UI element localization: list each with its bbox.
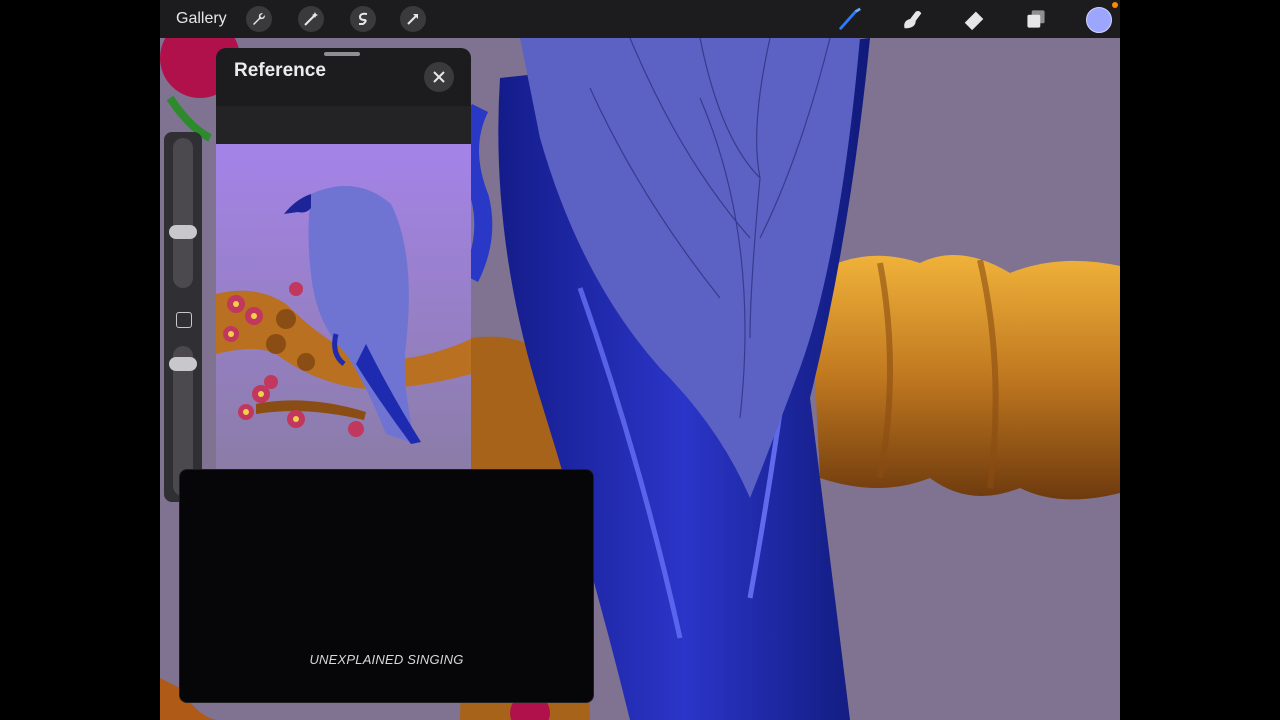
- close-icon[interactable]: [424, 62, 454, 92]
- smudge-icon[interactable]: [898, 5, 926, 33]
- layers-icon[interactable]: [1022, 5, 1050, 33]
- brush-icon[interactable]: [836, 5, 864, 33]
- magic-wand-icon[interactable]: [298, 6, 324, 32]
- procreate-app: Gallery Reference UNEXPLAINED SINGING: [160, 0, 1120, 720]
- opacity-knob[interactable]: [169, 357, 197, 371]
- reference-title: Reference: [234, 60, 326, 81]
- video-caption: UNEXPLAINED SINGING: [309, 652, 464, 667]
- brush-size-slider[interactable]: [173, 138, 193, 288]
- brush-size-knob[interactable]: [169, 225, 197, 239]
- top-toolbar: Gallery: [160, 0, 1120, 38]
- modify-button[interactable]: [176, 312, 192, 328]
- wrench-icon[interactable]: [246, 6, 272, 32]
- selection-icon[interactable]: [350, 6, 376, 32]
- reference-image: [216, 144, 471, 478]
- reference-toolbar: [216, 106, 471, 144]
- eraser-icon[interactable]: [960, 5, 988, 33]
- video-overlay: UNEXPLAINED SINGING: [179, 469, 594, 703]
- gallery-button[interactable]: Gallery: [176, 10, 227, 28]
- transform-arrow-icon[interactable]: [400, 6, 426, 32]
- drag-handle[interactable]: [324, 52, 360, 56]
- notification-dot: [1112, 2, 1118, 8]
- reference-panel[interactable]: Reference: [216, 48, 471, 478]
- left-sidebar: [164, 132, 202, 502]
- color-picker-swatch[interactable]: [1086, 7, 1112, 33]
